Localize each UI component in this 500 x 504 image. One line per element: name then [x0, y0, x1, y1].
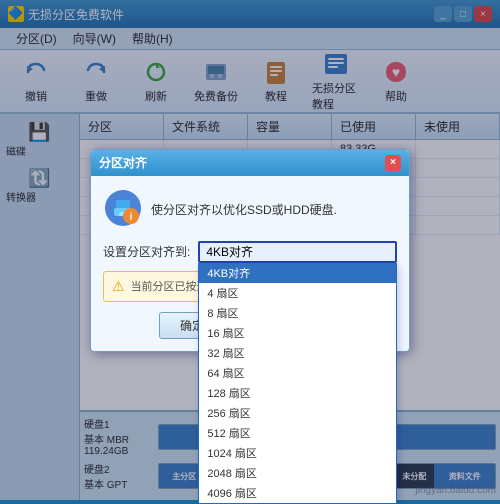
modal-body: i 使分区对齐以优化SSD或HDD硬盘. 设置分区对齐到: 4KB对齐 4 扇区… — [91, 176, 409, 351]
svg-text:i: i — [130, 212, 133, 223]
modal-close-button[interactable]: × — [385, 155, 401, 171]
modal-description: i 使分区对齐以优化SSD或HDD硬盘. — [103, 188, 397, 231]
alignment-select[interactable]: 4KB对齐 4 扇区 8 扇区 16 扇区 32 扇区 64 扇区 128 扇区… — [198, 241, 397, 263]
dropdown-item-2048s[interactable]: 2048 扇区 — [199, 463, 396, 483]
dropdown-item-128s[interactable]: 128 扇区 — [199, 383, 396, 403]
modal-select-row: 设置分区对齐到: 4KB对齐 4 扇区 8 扇区 16 扇区 32 扇区 64 … — [103, 241, 397, 263]
modal-title: 分区对齐 — [99, 154, 147, 171]
modal-desc-text: 使分区对齐以优化SSD或HDD硬盘. — [151, 201, 337, 218]
warning-icon: ⚠ — [112, 278, 125, 295]
modal-overlay: 分区对齐 × i 使分区对齐以优化SSD或HDD硬盘. — [0, 0, 500, 500]
dropdown-item-8s[interactable]: 8 扇区 — [199, 303, 396, 323]
dropdown-item-4s[interactable]: 4 扇区 — [199, 283, 396, 303]
dropdown-item-4kb[interactable]: 4KB对齐 — [199, 263, 396, 283]
dropdown-item-16s[interactable]: 16 扇区 — [199, 323, 396, 343]
modal-select-wrapper: 4KB对齐 4 扇区 8 扇区 16 扇区 32 扇区 64 扇区 128 扇区… — [198, 241, 397, 263]
dropdown-item-512s[interactable]: 512 扇区 — [199, 423, 396, 443]
modal-icon-big: i — [103, 188, 143, 231]
dropdown-item-256s[interactable]: 256 扇区 — [199, 403, 396, 423]
dropdown-item-1024s[interactable]: 1024 扇区 — [199, 443, 396, 463]
modal-dialog: 分区对齐 × i 使分区对齐以优化SSD或HDD硬盘. — [90, 149, 410, 352]
dropdown-item-64s[interactable]: 64 扇区 — [199, 363, 396, 383]
modal-select-label: 设置分区对齐到: — [103, 243, 190, 260]
modal-title-bar: 分区对齐 × — [91, 150, 409, 176]
alignment-dropdown: 4KB对齐 4 扇区 8 扇区 16 扇区 32 扇区 64 扇区 128 扇区… — [198, 263, 397, 504]
dropdown-item-32s[interactable]: 32 扇区 — [199, 343, 396, 363]
